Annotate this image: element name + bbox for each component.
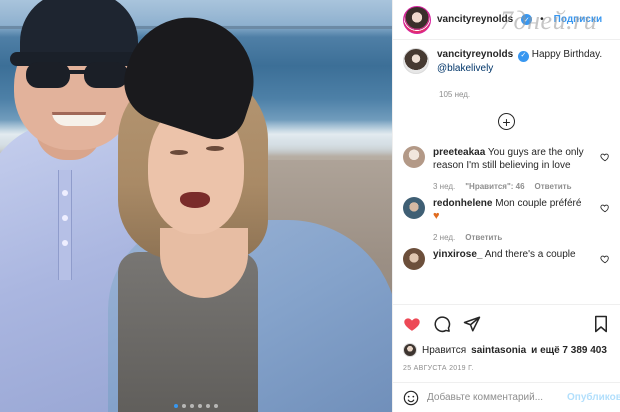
comment-username[interactable]: preeteakaa — [433, 147, 485, 158]
comment-like-heart-icon[interactable] — [600, 203, 610, 213]
liker-avatar[interactable] — [403, 343, 417, 357]
woman-eye-right — [206, 146, 224, 151]
comments-list[interactable]: vancityreynolds ✓ Happy Birthday. @blake… — [393, 40, 620, 304]
emoji-smiley-icon[interactable] — [403, 389, 419, 407]
comment-text: preeteakaa You guys are the only reason … — [433, 146, 596, 172]
avatar[interactable] — [403, 48, 429, 74]
comment-item: yinxirose_ And there's a couple — [403, 248, 610, 270]
man-sunglasses-left — [26, 62, 70, 88]
comment-item: redonhelene Mon couple préféré ♥ 2 нед. … — [403, 197, 610, 242]
woman-mouth — [180, 192, 210, 208]
carousel-dot — [190, 404, 194, 408]
comment-input[interactable] — [427, 392, 559, 403]
heart-icon[interactable] — [403, 315, 421, 333]
post-date[interactable]: 25 АВГУСТА 2019 Г. — [403, 365, 610, 372]
instagram-post-modal: 7дней.ru vancityreynolds ✓ • Подписки va… — [0, 0, 620, 412]
carousel-dot — [198, 404, 202, 408]
comment-text: yinxirose_ And there's a couple — [433, 248, 596, 261]
carousel-dot — [206, 404, 210, 408]
comment-meta: 3 нед. "Нравится": 46 Ответить — [433, 182, 596, 191]
watermark-logo: 7дней.ru — [500, 6, 598, 35]
comment-time[interactable]: 3 нед. — [433, 182, 455, 191]
comment-body: And there's a couple — [484, 249, 576, 260]
woman-eye-left — [170, 150, 188, 155]
action-icons-row — [403, 313, 610, 335]
carousel-dot — [214, 404, 218, 408]
carousel-dot — [174, 404, 178, 408]
commenter-avatar[interactable] — [403, 146, 425, 168]
comment-body: Mon couple préféré — [495, 198, 582, 209]
likes-count-link[interactable]: и ещё 7 389 403 — [531, 345, 607, 356]
avatar[interactable] — [403, 5, 431, 34]
shirt-button — [62, 240, 68, 246]
comment-username[interactable]: yinxirose_ — [433, 249, 482, 260]
liker-username-link[interactable]: saintasonia — [471, 345, 526, 356]
comment-like-heart-icon[interactable] — [600, 152, 610, 162]
caption: vancityreynolds ✓ Happy Birthday. @blake… — [403, 48, 610, 76]
comment-likes-count[interactable]: "Нравится": 46 — [465, 182, 524, 191]
load-more-comments-button[interactable]: + — [498, 113, 515, 130]
comment-item: preeteakaa You guys are the only reason … — [403, 146, 610, 191]
share-icon[interactable] — [463, 315, 481, 333]
carousel-dot — [182, 404, 186, 408]
comment-time[interactable]: 2 нед. — [433, 233, 455, 242]
man-smile — [52, 112, 106, 126]
bookmark-icon[interactable] — [592, 315, 610, 333]
comment-reply-button[interactable]: Ответить — [465, 233, 502, 242]
comment-reply-button[interactable]: Ответить — [535, 182, 572, 191]
commenter-avatar[interactable] — [403, 197, 425, 219]
add-comment-bar: Опубликовать — [393, 382, 620, 412]
caption-text: vancityreynolds ✓ Happy Birthday. @blake… — [437, 48, 602, 76]
comment-icon[interactable] — [433, 315, 451, 333]
verified-badge-icon: ✓ — [517, 50, 529, 62]
caption-mention-link[interactable]: @blakelively — [437, 63, 493, 74]
orange-heart-emoji: ♥ — [433, 210, 440, 222]
carousel-dots — [0, 404, 392, 408]
man-sunglasses-right — [84, 62, 128, 88]
shirt-button — [62, 190, 68, 196]
likes-prefix: Нравится — [422, 344, 467, 356]
comment-text: redonhelene Mon couple préféré ♥ — [433, 197, 596, 223]
caption-username[interactable]: vancityreynolds — [437, 49, 513, 60]
post-side-panel: vancityreynolds ✓ • Подписки vancityreyn… — [392, 0, 620, 412]
publish-button[interactable]: Опубликовать — [567, 392, 620, 403]
comment-meta: 2 нед. Ответить — [433, 233, 596, 242]
man-sunglasses-bridge — [68, 70, 86, 74]
commenter-avatar[interactable] — [403, 248, 425, 270]
man-placket — [58, 170, 72, 280]
caption-body: Happy Birthday. — [531, 49, 603, 60]
caption-timestamp[interactable]: 105 нед. — [439, 90, 610, 99]
comment-username[interactable]: redonhelene — [433, 198, 492, 209]
comment-like-heart-icon[interactable] — [600, 254, 610, 264]
post-photo[interactable] — [0, 0, 392, 412]
post-actions: Нравится saintasonia и ещё 7 389 403 25 … — [393, 304, 620, 372]
shirt-button — [62, 215, 68, 221]
likes-summary: Нравится saintasonia и ещё 7 389 403 — [403, 343, 610, 357]
